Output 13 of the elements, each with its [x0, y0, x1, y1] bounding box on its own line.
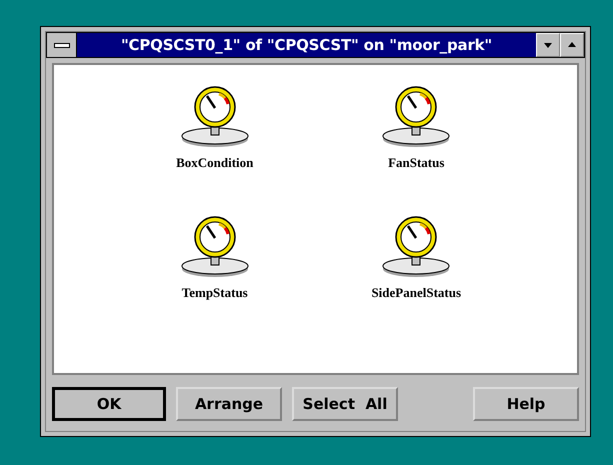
window-title: "CPQSCST0_1" of "CPQSCST" on "moor_park" — [77, 33, 536, 57]
dialog-button[interactable]: Help — [473, 387, 579, 421]
maximize-button[interactable] — [560, 33, 584, 57]
object-label: TempStatus — [182, 285, 248, 301]
caret-down-icon — [543, 41, 553, 49]
caret-up-icon — [567, 41, 577, 49]
dialog-button[interactable]: Select All — [292, 387, 398, 421]
dialog-button[interactable]: Arrange — [176, 387, 282, 421]
dialog-button[interactable]: OK — [52, 387, 166, 421]
object-label: SidePanelStatus — [371, 285, 462, 301]
object-label: BoxCondition — [176, 155, 254, 171]
minimize-button[interactable] — [536, 33, 560, 57]
object-label: FanStatus — [388, 155, 444, 171]
